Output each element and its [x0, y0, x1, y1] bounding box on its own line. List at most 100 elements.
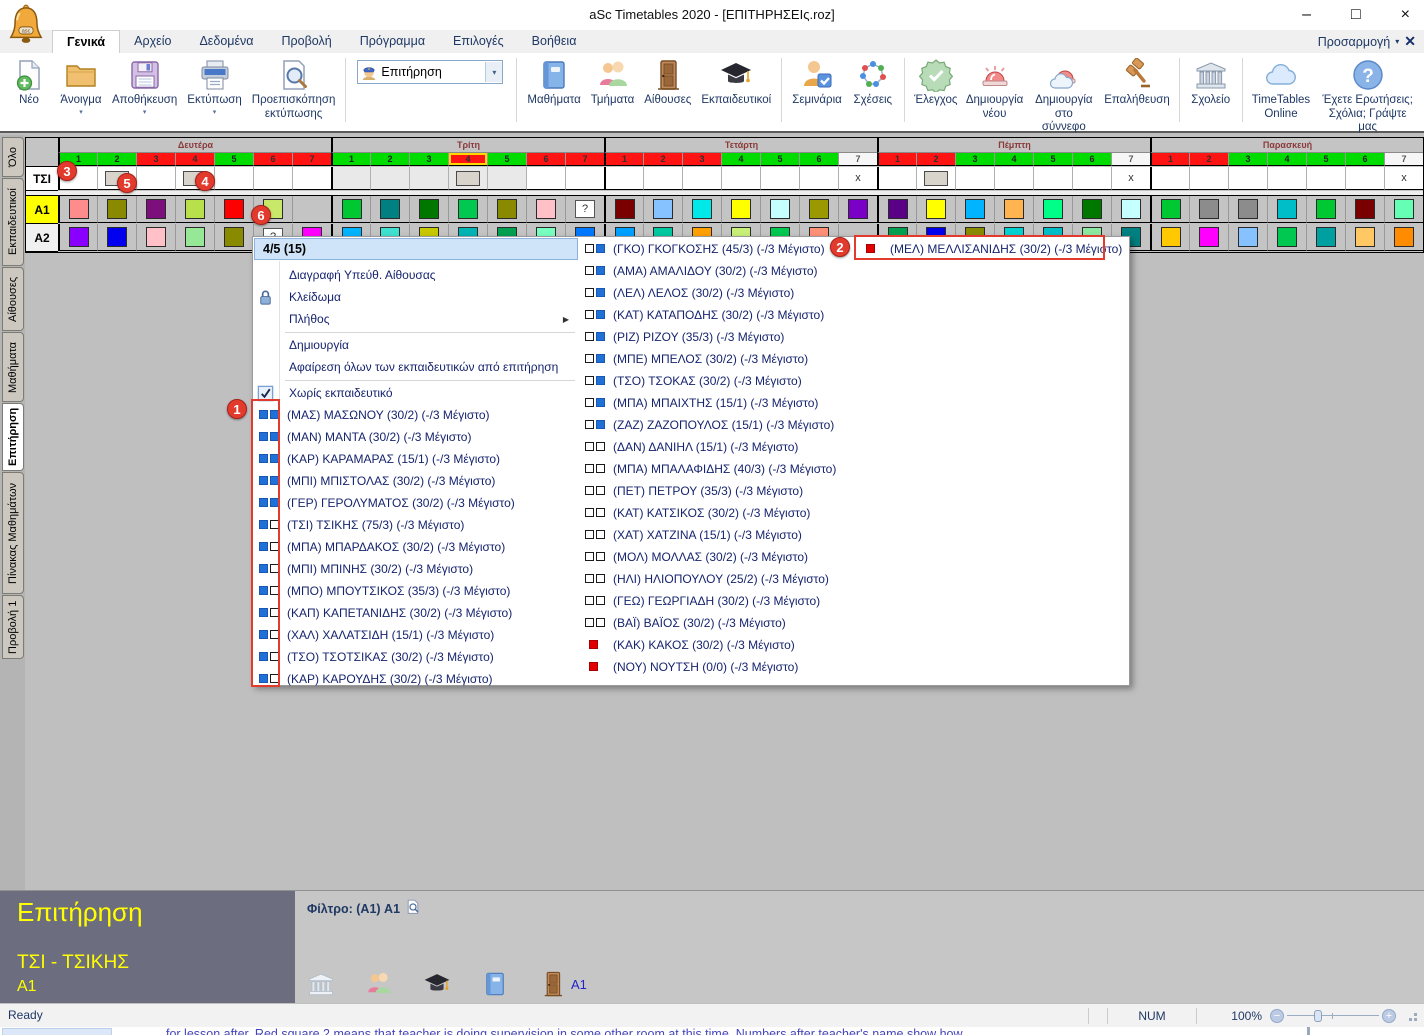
lesson-cell[interactable]: [1189, 196, 1228, 223]
supervision-cell[interactable]: [214, 167, 253, 190]
teacher-menu-item[interactable]: (ΚΑΤ) ΚΑΤΣΙΚΟΣ (30/2) (-/3 Μέγιστο): [579, 502, 856, 524]
lesson-card[interactable]: [185, 227, 205, 247]
lesson-cell[interactable]: [877, 196, 916, 223]
teacher-menu-item[interactable]: (ΓΕΡ) ΓΕΡΟΛΥΜΑΤΟΣ (30/2) (-/3 Μέγιστο): [253, 492, 579, 514]
app-logo-bell-icon[interactable]: asc: [7, 3, 45, 47]
menu-tab-data[interactable]: Δεδομένα: [185, 30, 267, 52]
lesson-cell[interactable]: [136, 196, 175, 223]
open-button[interactable]: Άνοιγμα▾: [55, 56, 107, 116]
maximize-button[interactable]: □: [1351, 6, 1361, 24]
lesson-cell[interactable]: ?: [565, 196, 604, 223]
lesson-cell[interactable]: [1072, 196, 1111, 223]
lesson-card[interactable]: [1004, 199, 1024, 219]
lesson-card[interactable]: [653, 199, 673, 219]
teacher-menu-item[interactable]: (ΡΙΖ) ΡΙΖΟΥ (35/3) (-/3 Μέγιστο): [579, 326, 856, 348]
supervision-cell[interactable]: x: [1384, 167, 1423, 190]
new-button[interactable]: Νέο: [3, 56, 55, 108]
chevron-down-icon[interactable]: ▾: [213, 109, 217, 116]
lesson-card[interactable]: [1316, 227, 1336, 247]
supervision-slot-box[interactable]: [924, 171, 948, 186]
period-header-cell[interactable]: 5: [1306, 153, 1345, 166]
supervision-cell[interactable]: [136, 167, 175, 190]
classrooms-button[interactable]: Αίθουσες: [639, 56, 696, 108]
minimize-button[interactable]: –: [1302, 6, 1311, 24]
supervision-cell[interactable]: [448, 167, 487, 190]
lesson-card[interactable]: [1355, 227, 1375, 247]
lesson-cell[interactable]: [760, 196, 799, 223]
side-tab-supervision[interactable]: Επιτήρηση: [2, 403, 24, 471]
side-tab-view1[interactable]: Προβολή 1: [2, 595, 24, 659]
generate-new-button[interactable]: Δημιουργία νέου: [962, 56, 1028, 121]
period-header-cell[interactable]: 7: [838, 153, 877, 166]
side-tab-all[interactable]: Όλο: [2, 137, 24, 177]
teacher-menu-item[interactable]: (ΖΑΖ) ΖΑΖΟΠΟΥΛΟΣ (15/1) (-/3 Μέγιστο): [579, 414, 856, 436]
lesson-card[interactable]: [965, 199, 985, 219]
lesson-card[interactable]: [809, 199, 829, 219]
lesson-cell[interactable]: [1384, 196, 1423, 223]
teacher-menu-item[interactable]: (ΓΕΩ) ΓΕΩΡΓΙΑΔΗ (30/2) (-/3 Μέγιστο): [579, 590, 856, 612]
lesson-cell[interactable]: [1306, 224, 1345, 251]
school-button[interactable]: Σχολείο: [1185, 56, 1237, 108]
teacher-menu-item[interactable]: (ΚΑΡ) ΚΑΡΑΜΑΡΑΣ (15/1) (-/3 Μέγιστο): [253, 448, 579, 470]
supervision-cell[interactable]: [682, 167, 721, 190]
lesson-card[interactable]: [1161, 199, 1181, 219]
supervision-cell[interactable]: [1345, 167, 1384, 190]
supervision-cell[interactable]: [1033, 167, 1072, 190]
teacher-menu-item[interactable]: (ΜΠΑ) ΜΠΑΛΑΦΙΔΗΣ (40/3) (-/3 Μέγιστο): [579, 458, 856, 480]
lesson-cell[interactable]: [214, 224, 253, 251]
menu-header[interactable]: 4/5 (15): [254, 238, 578, 260]
teacher-menu-item[interactable]: (ΜΑΣ) ΜΑΣΩΝΟΥ (30/2) (-/3 Μέγιστο): [253, 404, 579, 426]
lesson-card[interactable]: [146, 199, 166, 219]
teacher-menu-item[interactable]: (ΚΑΤ) ΚΑΤΑΠΟΔΗΣ (30/2) (-/3 Μέγιστο): [579, 304, 856, 326]
lesson-cell[interactable]: [1384, 224, 1423, 251]
side-tab-teachers[interactable]: Εκπαιδευτικοί: [2, 178, 24, 266]
combo-dropdown-icon[interactable]: ▾: [485, 62, 502, 82]
lesson-cell[interactable]: [721, 196, 760, 223]
teacher-menu-item[interactable]: (ΜΠΕ) ΜΠΕΛΟΣ (30/2) (-/3 Μέγιστο): [579, 348, 856, 370]
menu-tab-file[interactable]: Αρχείο: [120, 30, 185, 52]
supervision-cell[interactable]: [331, 167, 370, 190]
lesson-cell[interactable]: [1189, 224, 1228, 251]
period-header-cell[interactable]: 1: [331, 153, 370, 166]
lesson-cell[interactable]: [97, 196, 136, 223]
lesson-cell[interactable]: [1033, 196, 1072, 223]
zoom-out-button[interactable]: −: [1270, 1009, 1284, 1023]
classes-people-icon[interactable]: [365, 970, 393, 998]
lesson-card[interactable]: [107, 227, 127, 247]
lesson-cell[interactable]: [955, 196, 994, 223]
lesson-cell[interactable]: [1111, 196, 1150, 223]
period-header-cell[interactable]: 7: [1111, 153, 1150, 166]
feedback-button[interactable]: ?Έχετε Ερωτήσεις; Σχόλια; Γράψτε μας: [1314, 56, 1421, 135]
lesson-cell[interactable]: [370, 196, 409, 223]
close-button[interactable]: ×: [1401, 6, 1410, 24]
lesson-card[interactable]: [380, 199, 400, 219]
teacher-menu-item[interactable]: (ΜΠΙ) ΜΠΙΝΗΣ (30/2) (-/3 Μέγιστο): [253, 558, 579, 580]
teacher-menu-item[interactable]: (ΠΕΤ) ΠΕΤΡΟΥ (35/3) (-/3 Μέγιστο): [579, 480, 856, 502]
menu-tab-general[interactable]: Γενικά: [52, 30, 120, 53]
period-header-cell[interactable]: 5: [760, 153, 799, 166]
zoom-slider-track[interactable]: [1287, 1009, 1379, 1023]
period-header-cell[interactable]: 3: [1228, 153, 1267, 166]
teachers-cap-icon[interactable]: [423, 970, 451, 998]
lesson-card[interactable]: [224, 199, 244, 219]
period-header-cell[interactable]: 3: [955, 153, 994, 166]
lesson-card[interactable]: [1199, 227, 1219, 247]
menu-tab-timetable[interactable]: Πρόγραμμα: [346, 30, 439, 52]
period-header-cell[interactable]: 2: [643, 153, 682, 166]
lesson-card[interactable]: [926, 199, 946, 219]
lesson-cell[interactable]: [838, 196, 877, 223]
close-ribbon-icon[interactable]: ✕: [1404, 33, 1416, 50]
zoom-slider-thumb[interactable]: [1314, 1010, 1322, 1022]
period-header-cell[interactable]: 6: [799, 153, 838, 166]
lesson-cell[interactable]: [58, 196, 97, 223]
lesson-card[interactable]: [1394, 199, 1414, 219]
menu-item-count[interactable]: Πλήθος▶: [253, 308, 579, 330]
lesson-cell[interactable]: [487, 196, 526, 223]
print-preview-button[interactable]: Προεπισκόπηση εκτύπωσης: [247, 56, 341, 121]
lesson-card[interactable]: [731, 199, 751, 219]
lesson-card[interactable]: [419, 199, 439, 219]
teachers-button[interactable]: Εκπαιδευτικοί: [696, 56, 776, 108]
supervision-cell[interactable]: [487, 167, 526, 190]
period-header-cell[interactable]: 3: [136, 153, 175, 166]
chevron-down-icon[interactable]: ▾: [143, 109, 147, 116]
